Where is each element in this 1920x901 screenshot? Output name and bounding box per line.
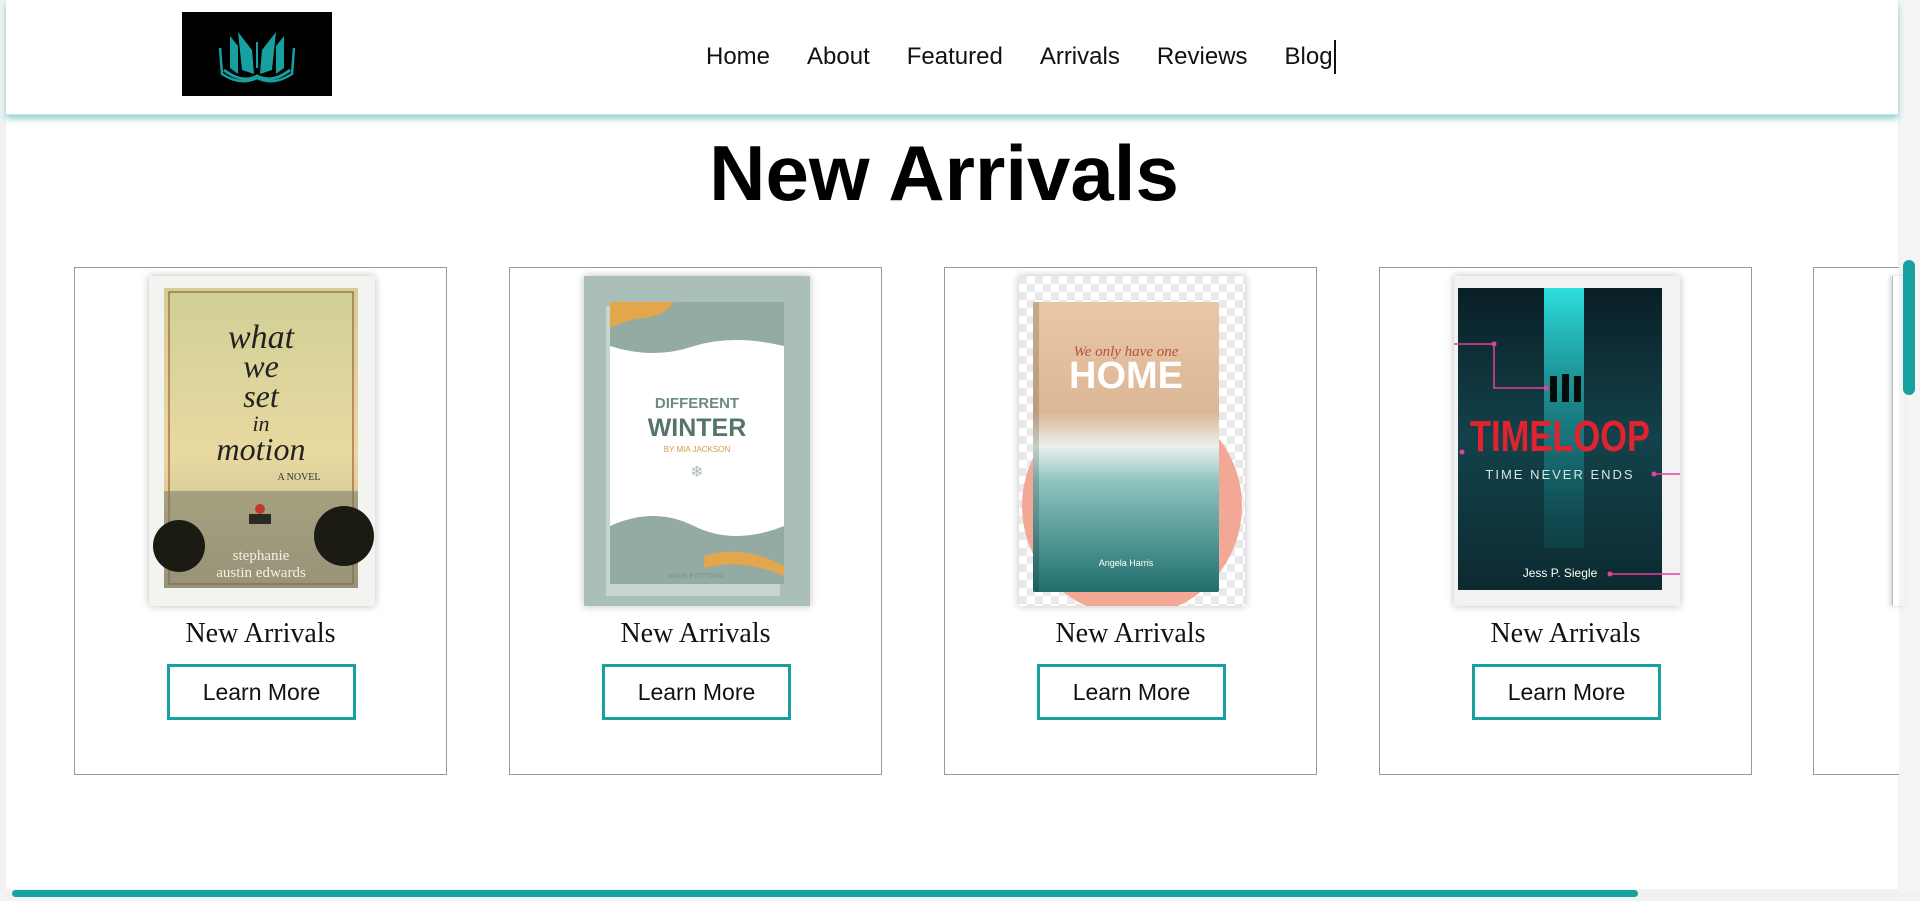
book-cover-image: what we set in motion A NOVEL stephanie … [149,276,375,606]
svg-text:motion: motion [217,431,306,467]
book-caption: New Arrivals [185,618,336,649]
book-card: what we set in motion A NOVEL stephanie … [74,267,447,775]
learn-more-button[interactable]: Learn More [167,664,356,720]
nav-featured[interactable]: Featured [907,40,1003,74]
book-caption: New Arrivals [1055,618,1206,649]
svg-text:set: set [243,378,280,414]
book-card-partial [1813,267,1899,775]
book-cover-image: DIFFERENT WINTER BY MIA JACKSON ❄ NAME E… [584,276,810,606]
site-header: Home About Featured Arrivals Reviews Blo… [6,0,1898,115]
book-caption: New Arrivals [1490,618,1641,649]
book-card: TIMELOOP TIME NEVER ENDS Jess P. Siegle … [1379,267,1752,775]
nav-arrivals[interactable]: Arrivals [1040,40,1120,74]
learn-more-button[interactable]: Learn More [602,664,791,720]
logo-link[interactable] [182,12,332,96]
open-book-icon [218,32,296,83]
section-title: New Arrivals [709,129,1179,217]
nav-blog[interactable]: Blog [1285,40,1336,74]
vertical-scrollbar[interactable] [1898,0,1920,893]
svg-text:HOME: HOME [1069,355,1183,397]
vertical-scrollbar-thumb[interactable] [1903,260,1915,395]
book-card: DIFFERENT WINTER BY MIA JACKSON ❄ NAME E… [509,267,882,775]
svg-text:WINTER: WINTER [648,414,747,442]
book-cover-image: We only have one HOME Angela Harris [1019,276,1245,606]
nav-reviews[interactable]: Reviews [1157,40,1248,74]
svg-text:❄: ❄ [690,462,703,481]
book-card: We only have one HOME Angela Harris New … [944,267,1317,775]
svg-text:Jess P. Siegle: Jess P. Siegle [1523,566,1598,580]
svg-text:BY MIA JACKSON: BY MIA JACKSON [664,445,731,454]
horizontal-scrollbar-thumb[interactable] [12,890,1638,897]
learn-more-button[interactable]: Learn More [1037,664,1226,720]
svg-text:TIME NEVER ENDS: TIME NEVER ENDS [1485,467,1634,482]
svg-text:TIMELOOP: TIMELOOP [1470,412,1650,461]
book-caption: New Arrivals [620,618,771,649]
nav-about[interactable]: About [807,40,870,74]
svg-text:NAME EDITORIAL: NAME EDITORIAL [668,573,727,580]
book-cover-image: TIMELOOP TIME NEVER ENDS Jess P. Siegle [1454,276,1680,606]
learn-more-button[interactable]: Learn More [1472,664,1661,720]
svg-text:A NOVEL: A NOVEL [277,472,320,483]
svg-text:DIFFERENT: DIFFERENT [655,395,739,412]
svg-text:stephanie: stephanie [233,548,290,564]
nav-home[interactable]: Home [706,40,770,74]
svg-text:Angela Harris: Angela Harris [1099,558,1154,568]
svg-text:austin edwards: austin edwards [216,565,306,581]
main-nav: Home About Featured Arrivals Reviews Blo… [706,40,1336,74]
